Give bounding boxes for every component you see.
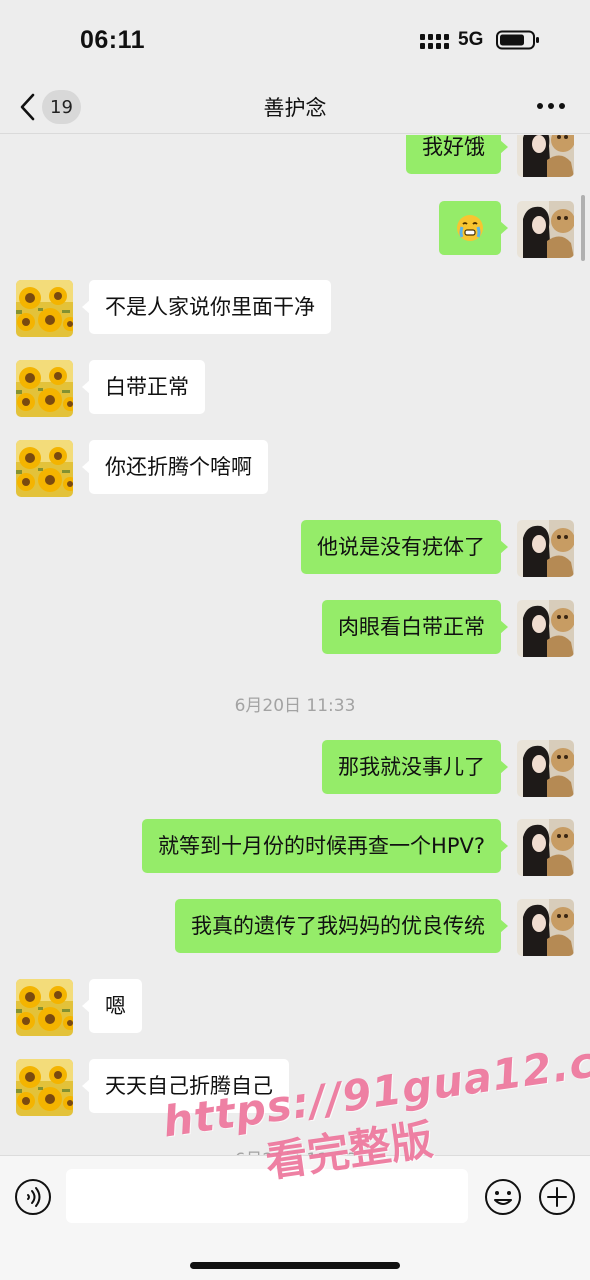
avatar[interactable] xyxy=(517,819,574,876)
home-indicator xyxy=(190,1262,400,1269)
message-row-sent: 就等到十月份的时候再查一个HPV? xyxy=(142,819,574,876)
message-row-sent: 我好饿 xyxy=(406,135,574,177)
signal-icon xyxy=(420,34,449,49)
avatar[interactable] xyxy=(517,135,574,177)
message-row-received: 不是人家说你里面干净 xyxy=(16,280,331,337)
message-row-sent xyxy=(439,201,574,258)
message-row-sent: 他说是没有疣体了 xyxy=(301,520,574,577)
network-label: 5G xyxy=(458,29,484,50)
status-bar: 06:11 5G xyxy=(0,0,590,80)
message-bubble[interactable]: 白带正常 xyxy=(82,360,205,414)
scrollbar[interactable] xyxy=(581,195,585,261)
more-icon[interactable] xyxy=(536,100,566,112)
message-row-received: 嗯 xyxy=(16,979,142,1036)
message-row-sent: 那我就没事儿了 xyxy=(322,740,574,797)
timestamp: 6月20日 11:33 xyxy=(234,696,356,716)
message-bubble[interactable]: 你还折腾个啥啊 xyxy=(82,440,268,494)
message-bubble[interactable]: 肉眼看白带正常 xyxy=(322,600,508,654)
avatar[interactable] xyxy=(16,280,73,337)
status-time: 06:11 xyxy=(80,26,146,54)
message-bubble[interactable]: 我好饿 xyxy=(406,135,508,174)
message-bubble[interactable] xyxy=(439,201,508,255)
plus-icon[interactable] xyxy=(538,1178,576,1216)
message-bubble[interactable]: 我真的遗传了我妈妈的优良传统 xyxy=(175,899,508,953)
message-row-sent: 我真的遗传了我妈妈的优良传统 xyxy=(175,899,574,956)
avatar[interactable] xyxy=(517,740,574,797)
message-row-sent: 肉眼看白带正常 xyxy=(322,600,574,657)
chat-header: 19 善护念 xyxy=(0,80,590,134)
avatar[interactable] xyxy=(16,360,73,417)
avatar[interactable] xyxy=(517,600,574,657)
message-bubble[interactable]: 不是人家说你里面干净 xyxy=(82,280,331,334)
message-list[interactable]: 我好饿 不是人家说你里面干净 白带正常 你还折腾个啥啊 他说是没有疣体了 肉眼看… xyxy=(0,135,590,1155)
message-row-received: 你还折腾个啥啊 xyxy=(16,440,268,497)
message-row-received: 白带正常 xyxy=(16,360,205,417)
message-bubble[interactable]: 那我就没事儿了 xyxy=(322,740,508,794)
avatar[interactable] xyxy=(16,1059,73,1116)
avatar[interactable] xyxy=(16,440,73,497)
avatar[interactable] xyxy=(16,979,73,1036)
message-bubble[interactable]: 嗯 xyxy=(82,979,142,1033)
battery-icon xyxy=(496,30,539,50)
voice-icon[interactable] xyxy=(14,1178,52,1216)
avatar[interactable] xyxy=(517,520,574,577)
crying-face-emoji-icon xyxy=(457,215,483,241)
message-bubble[interactable]: 就等到十月份的时候再查一个HPV? xyxy=(142,819,508,873)
emoji-icon[interactable] xyxy=(484,1178,522,1216)
chat-title: 善护念 xyxy=(263,96,327,120)
avatar[interactable] xyxy=(517,201,574,258)
avatar[interactable] xyxy=(517,899,574,956)
message-bubble[interactable]: 他说是没有疣体了 xyxy=(301,520,508,574)
